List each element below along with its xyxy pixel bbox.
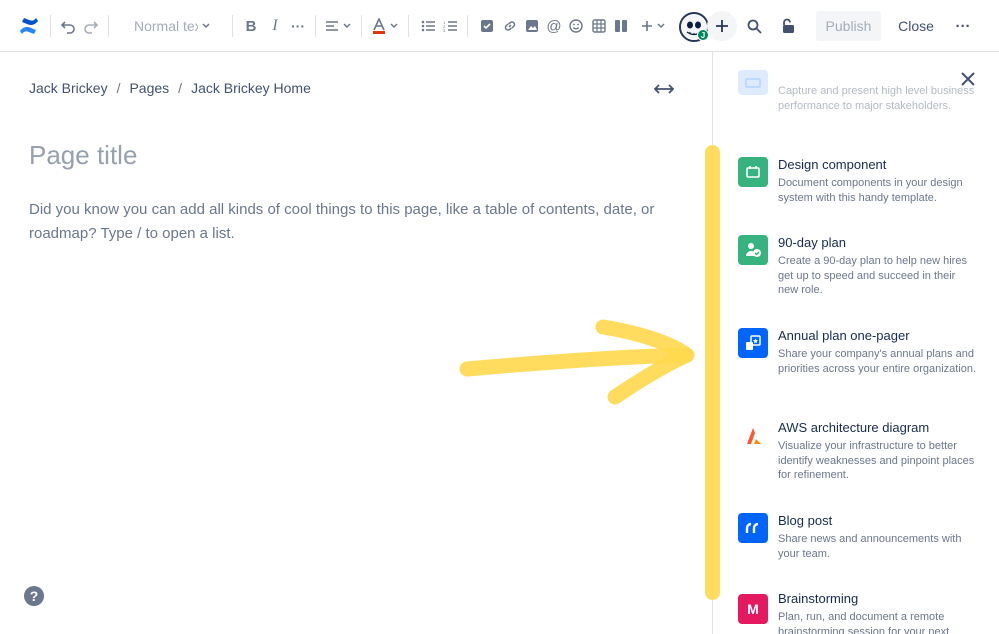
template-title: AWS architecture diagram: [778, 420, 930, 435]
toolbar-divider: [108, 15, 109, 37]
breadcrumb-item[interactable]: Jack Brickey: [29, 80, 108, 96]
restrictions-icon[interactable]: [777, 0, 799, 52]
help-icon[interactable]: ?: [24, 586, 44, 606]
toolbar-divider: [315, 15, 316, 37]
template-description: Create a 90-day plan to help new hires g…: [778, 255, 967, 296]
table-icon[interactable]: [590, 0, 608, 52]
template-item-90-day-plan[interactable]: 90-day plan Create a 90-day plan to help…: [738, 235, 978, 305]
template-item-aws-diagram[interactable]: AWS architecture diagram Visualize your …: [738, 420, 978, 490]
template-title: Design component: [778, 157, 887, 172]
bullet-list-icon[interactable]: [419, 0, 437, 52]
template-item-design-component[interactable]: Design component Document components in …: [738, 157, 978, 217]
invite-button[interactable]: [707, 11, 737, 41]
annual-plan-icon: [738, 328, 768, 358]
template-description: Share your company's annual plans and pr…: [778, 348, 977, 375]
design-component-icon: [738, 157, 768, 187]
template-title: 90-day plan: [778, 235, 846, 250]
person-check-icon: [738, 235, 768, 265]
template-description: Document components in your design syste…: [778, 177, 963, 204]
template-item[interactable]: Capture and present high level business …: [738, 70, 978, 130]
mural-icon: M: [738, 594, 768, 624]
template-description: Share news and announcements with your t…: [778, 533, 962, 560]
toolbar-divider: [361, 15, 362, 37]
toolbar-divider: [232, 15, 233, 37]
align-icon[interactable]: [322, 0, 354, 52]
toolbar-divider: [408, 15, 409, 37]
template-title: Annual plan one-pager: [778, 328, 910, 343]
close-button[interactable]: Close: [893, 11, 939, 41]
template-item-annual-plan[interactable]: Annual plan one-pager Share your company…: [738, 328, 978, 398]
confluence-logo-icon[interactable]: [15, 0, 43, 52]
text-color-icon[interactable]: [370, 0, 400, 52]
link-icon[interactable]: [501, 0, 519, 52]
toolbar-divider: [50, 15, 51, 37]
text-style-label: Normal text: [134, 18, 198, 34]
highlight-arrow-icon: [459, 319, 695, 405]
toolbar-divider: [467, 15, 468, 37]
mention-icon[interactable]: @: [545, 0, 563, 52]
text-style-select[interactable]: Normal text: [126, 13, 216, 39]
emoji-icon[interactable]: [567, 0, 585, 52]
aws-icon: [738, 420, 768, 450]
undo-icon[interactable]: [58, 0, 78, 52]
chevron-down-icon: [202, 23, 210, 29]
template-title: Blog post: [778, 513, 833, 528]
template-item-blog-post[interactable]: Blog post Share news and announcements w…: [738, 513, 978, 568]
breadcrumb-item[interactable]: Jack Brickey Home: [191, 80, 311, 96]
more-icon[interactable]: ···: [953, 0, 973, 52]
template-description: Capture and present high level business …: [778, 85, 975, 112]
insert-icon[interactable]: [638, 0, 668, 52]
action-item-icon[interactable]: [478, 0, 496, 52]
breadcrumb-separator: /: [178, 80, 183, 96]
svg-text:3: 3: [443, 28, 446, 32]
highlight-bar: [705, 145, 720, 600]
bold-icon[interactable]: B: [242, 0, 260, 52]
search-icon[interactable]: [744, 0, 764, 52]
publish-button[interactable]: Publish: [816, 11, 881, 41]
breadcrumb-item[interactable]: Pages: [129, 80, 169, 96]
image-icon[interactable]: [523, 0, 541, 52]
breadcrumb: Jack Brickey / Pages / Jack Brickey Home: [29, 80, 311, 96]
quote-icon: [738, 513, 768, 543]
redo-icon[interactable]: [81, 0, 101, 52]
italic-icon[interactable]: I: [266, 0, 284, 52]
expand-width-icon[interactable]: [653, 80, 675, 98]
template-description: Plan, run, and document a remote brainst…: [778, 611, 950, 634]
editor-toolbar: Normal text B I ··· 123 @: [0, 0, 999, 52]
breadcrumb-separator: /: [116, 80, 121, 96]
numbered-list-icon[interactable]: 123: [441, 0, 459, 52]
template-item-brainstorming[interactable]: M Brainstorming Plan, run, and document …: [738, 591, 978, 634]
dashboard-icon: [738, 70, 768, 95]
template-title: Brainstorming: [778, 591, 859, 606]
plus-icon: [716, 20, 728, 32]
editor-hint[interactable]: Did you know you can add all kinds of co…: [29, 198, 679, 246]
page-title-input[interactable]: Page title: [29, 140, 137, 171]
template-description: Visualize your infrastructure to better …: [778, 440, 975, 481]
more-formatting-icon[interactable]: ···: [288, 0, 308, 52]
layout-icon[interactable]: [612, 0, 630, 52]
